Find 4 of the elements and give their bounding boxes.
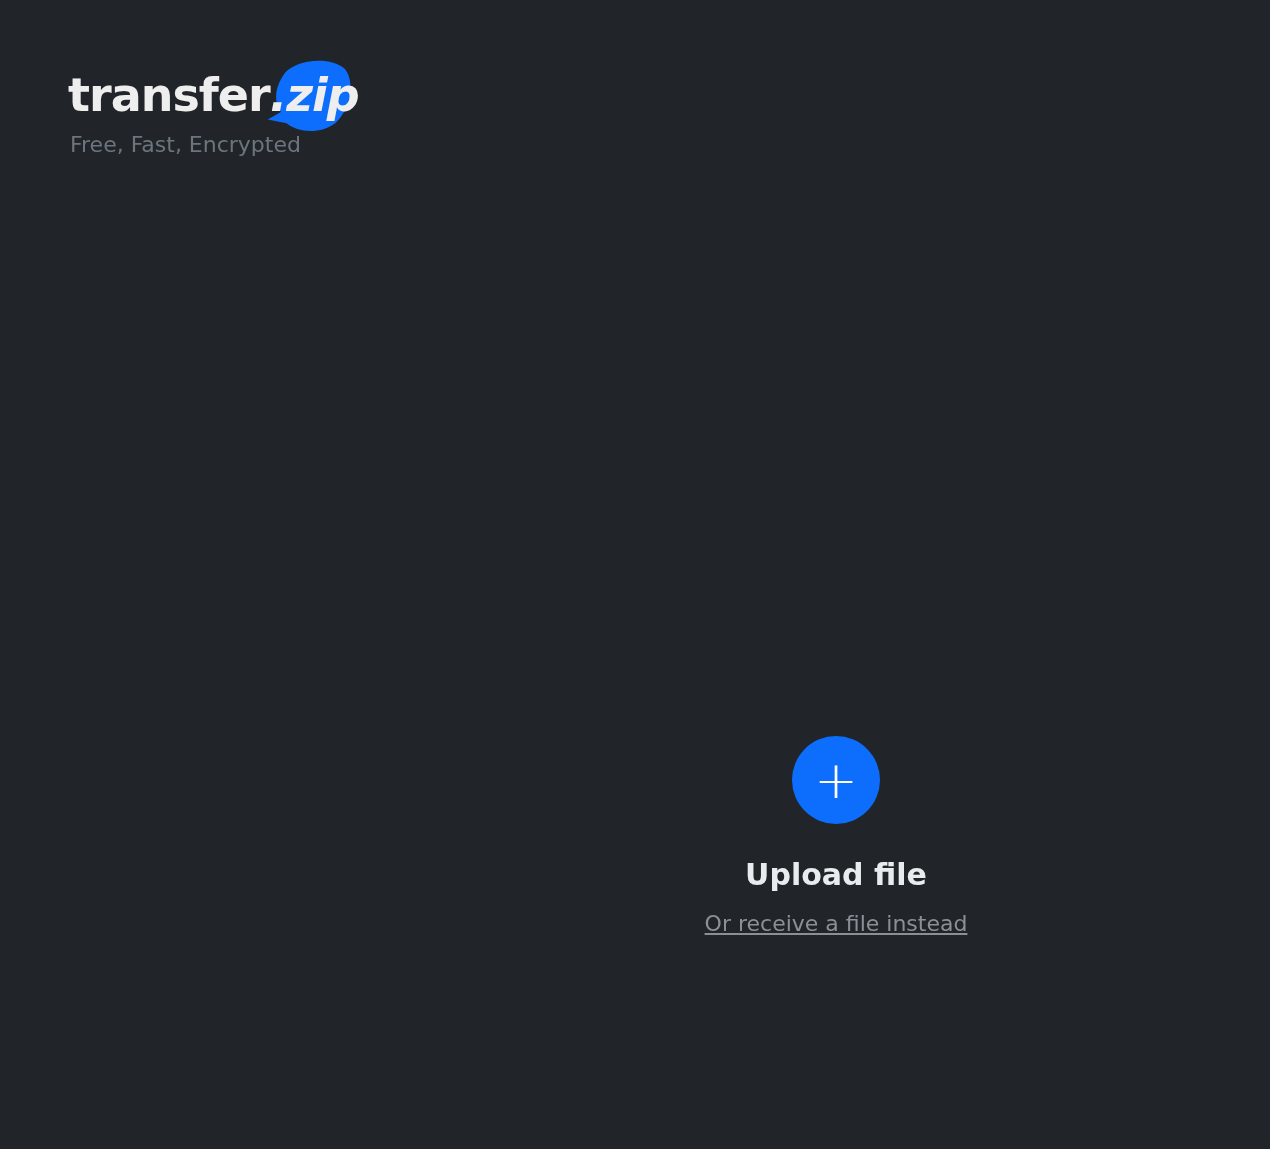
upload-button[interactable]: + <box>792 736 880 824</box>
tagline: Free, Fast, Encrypted <box>70 131 301 159</box>
upload-title: Upload file <box>745 856 927 894</box>
receive-link[interactable]: Or receive a file instead <box>704 907 968 940</box>
